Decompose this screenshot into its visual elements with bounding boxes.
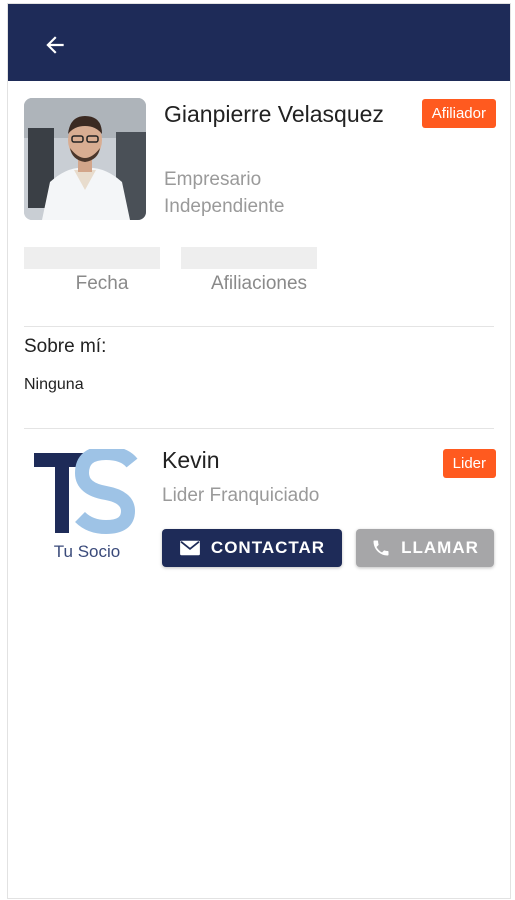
about-title: Sobre mí: <box>24 336 107 357</box>
avatar <box>24 98 146 220</box>
tu-socio-logo: Tu Socio <box>32 445 142 569</box>
arrow-left-icon <box>46 36 64 54</box>
stat-afiliaciones-value <box>181 247 317 269</box>
phone-icon <box>373 540 389 556</box>
about-text: Ninguna <box>24 376 84 393</box>
stats-row: Fecha Afiliaciones <box>8 247 510 326</box>
contact-button[interactable]: CONTACTAR <box>162 529 342 567</box>
profile-card: Gianpierre Velasquez Empresario Independ… <box>8 81 510 251</box>
call-button-label: LLAMAR <box>401 538 479 557</box>
status-badge: Afiliador <box>421 99 496 128</box>
leader-name: Kevin <box>162 447 220 473</box>
app-frame: Gianpierre Velasquez Empresario Independ… <box>7 3 511 899</box>
leader-card: Tu Socio Kevin Lider Franquiciado Lider … <box>8 429 510 579</box>
call-button[interactable]: LLAMAR <box>356 529 494 567</box>
stat-fecha-label: Fecha <box>75 273 129 294</box>
back-button[interactable] <box>38 28 72 62</box>
divider <box>24 326 494 327</box>
stat-fecha-value <box>24 247 160 269</box>
app-bar <box>8 4 510 81</box>
logo-caption: Tu Socio <box>53 542 121 561</box>
mail-icon <box>180 540 200 556</box>
leader-role: Lider Franquiciado <box>162 485 320 506</box>
stat-afiliaciones-label: Afiliaciones <box>210 273 308 294</box>
leader-badge: Lider <box>442 449 496 478</box>
profile-role: Empresario Independiente <box>164 169 285 217</box>
contact-button-label: CONTACTAR <box>210 538 326 557</box>
profile-name: Gianpierre Velasquez <box>164 101 384 127</box>
